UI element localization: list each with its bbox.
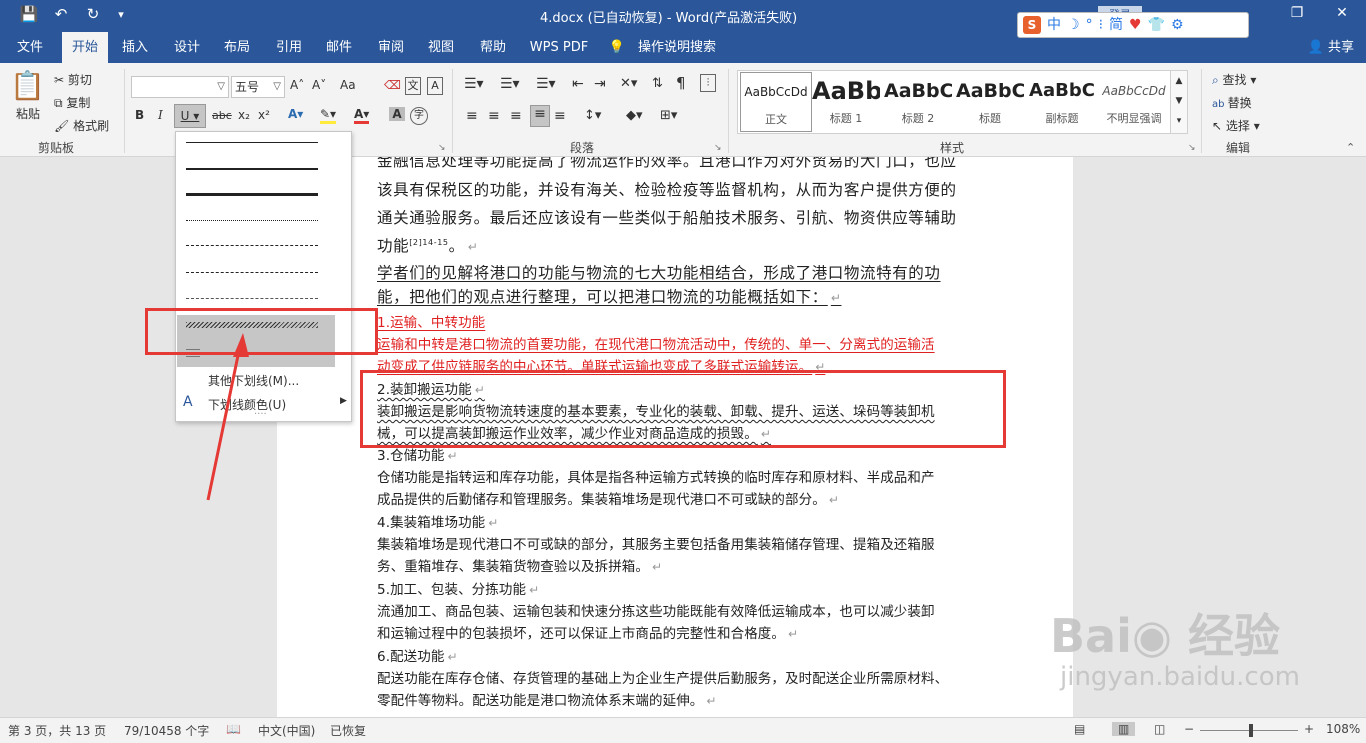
arrow-head <box>233 333 249 357</box>
arrow-shaft <box>206 345 242 501</box>
annotation-arrow <box>206 333 249 501</box>
word-window: 💾 ↶ ↻ ▾ 4.docx (已自动恢复) - Word(产品激活失败) 登录… <box>0 0 1366 743</box>
